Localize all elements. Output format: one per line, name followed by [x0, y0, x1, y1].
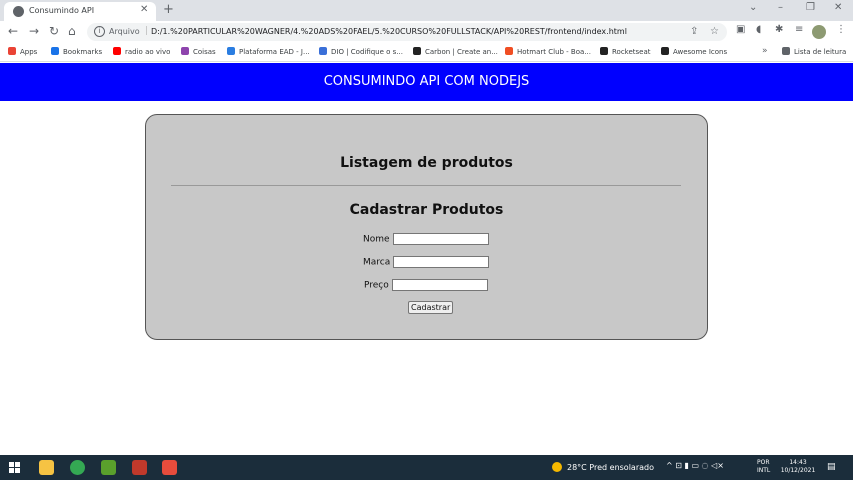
cadastrar-button[interactable]: Cadastrar: [408, 301, 454, 314]
extension-icon-2[interactable]: ◖: [756, 24, 761, 35]
hotmart-icon: [505, 47, 513, 55]
awesome-icons-icon: [661, 47, 669, 55]
browser-toolbar: ← → ↻ ⌂ i Arquivo | D:/1.%20PARTICULAR%2…: [0, 21, 853, 43]
sun-icon: [552, 462, 562, 472]
bookmark-radio[interactable]: radio ao vivo: [113, 47, 170, 59]
page-content: CONSUMINDO API COM NODEJS Listagem de pr…: [0, 63, 853, 455]
page-header: CONSUMINDO API COM NODEJS: [0, 63, 853, 101]
profile-avatar[interactable]: [812, 25, 826, 39]
url-separator: |: [145, 26, 149, 36]
notification-icon[interactable]: ▤: [827, 462, 836, 472]
taskbar: 28°C Pred ensolarado ^ ⊡ ▮ ▭ ◌ ◁× POR IN…: [0, 455, 853, 480]
close-window-button[interactable]: ✕: [834, 2, 842, 13]
preco-input[interactable]: [391, 279, 488, 291]
restore-button[interactable]: ❐: [806, 2, 815, 13]
taskbar-app-icon-2[interactable]: [132, 460, 147, 475]
list-title: Listagem de produtos: [340, 155, 513, 171]
bookmarks-bar: Apps Bookmarks radio ao vivo Coisas Plat…: [0, 43, 853, 62]
tab-search-icon[interactable]: ⌄: [749, 2, 757, 13]
marca-label: Marca: [363, 257, 391, 268]
bookmark-awesome-icons[interactable]: Awesome Icons: [661, 47, 727, 59]
reload-button[interactable]: ↻: [49, 24, 59, 38]
url-text[interactable]: D:/1.%20PARTICULAR%20WAGNER/4.%20ADS%20F…: [151, 27, 627, 36]
bookmark-hotmart[interactable]: Hotmart Club - Boa...: [505, 47, 591, 59]
field-row-preco: Preço: [364, 279, 488, 291]
share-icon[interactable]: ⇪: [690, 26, 698, 37]
bookmark-rocketseat[interactable]: Rocketseat: [600, 47, 651, 59]
carbon-icon: [413, 47, 421, 55]
apps-grid-icon: [8, 47, 16, 55]
globe-icon: [13, 6, 24, 17]
minimize-button[interactable]: –: [778, 2, 783, 13]
puzzle-icon[interactable]: ✱: [775, 24, 783, 35]
folder-icon: [181, 47, 189, 55]
tab-strip: Consumindo API ✕ + ⌄ – ❐ ✕: [0, 0, 853, 21]
bookmark-carbon[interactable]: Carbon | Create an...: [413, 47, 498, 59]
divider: [171, 185, 681, 186]
bookmark-apps[interactable]: Apps: [8, 47, 37, 59]
bookmark-star-icon[interactable]: ☆: [710, 26, 719, 37]
bookmark-dio[interactable]: DIO | Codifique o s...: [319, 47, 403, 59]
system-tray-icons[interactable]: ^ ⊡ ▮ ▭ ◌ ◁×: [666, 461, 724, 470]
file-explorer-icon[interactable]: [39, 460, 54, 475]
forward-button[interactable]: →: [29, 24, 39, 38]
close-tab-icon[interactable]: ✕: [140, 4, 148, 15]
weather-widget[interactable]: 28°C Pred ensolarado: [552, 462, 654, 472]
reading-list[interactable]: Lista de leitura: [782, 47, 846, 56]
tab-consumindo-api[interactable]: Consumindo API ✕: [4, 2, 156, 21]
chrome-icon[interactable]: [70, 460, 85, 475]
url-scheme-label: Arquivo: [109, 27, 140, 36]
menu-icon[interactable]: ⋮: [836, 24, 846, 35]
form-title: Cadastrar Produtos: [349, 202, 504, 218]
extension-icon[interactable]: ▣: [736, 24, 745, 35]
info-icon[interactable]: i: [94, 26, 105, 37]
dio-icon: [319, 47, 327, 55]
media-icon[interactable]: ≡: [795, 24, 803, 35]
new-tab-button[interactable]: +: [163, 2, 174, 17]
language-indicator[interactable]: POR INTL: [757, 459, 770, 475]
back-button[interactable]: ←: [8, 24, 18, 38]
marca-input[interactable]: [393, 256, 490, 268]
bookmark-coisas[interactable]: Coisas: [181, 47, 216, 59]
nome-label: Nome: [363, 234, 390, 245]
field-row-marca: Marca: [363, 256, 490, 268]
tab-title: Consumindo API: [29, 6, 95, 15]
star-icon: [51, 47, 59, 55]
bookmark-bookmarks[interactable]: Bookmarks: [51, 47, 102, 59]
clock[interactable]: 14:43 10/12/2021: [780, 459, 816, 475]
field-row-nome: Nome: [363, 233, 489, 245]
taskbar-app-icon[interactable]: [101, 460, 116, 475]
site-icon: [227, 47, 235, 55]
preco-label: Preço: [364, 280, 389, 291]
taskbar-app-icon-3[interactable]: [162, 460, 177, 475]
more-bookmarks-button[interactable]: »: [762, 46, 768, 56]
windows-start-icon[interactable]: [9, 462, 20, 473]
youtube-icon: [113, 47, 121, 55]
home-button[interactable]: ⌂: [68, 24, 76, 38]
bookmark-plataforma-ead[interactable]: Plataforma EAD - J...: [227, 47, 310, 59]
rocketseat-icon: [600, 47, 608, 55]
address-bar[interactable]: i Arquivo | D:/1.%20PARTICULAR%20WAGNER/…: [87, 23, 727, 41]
reading-list-icon: [782, 47, 790, 55]
nome-input[interactable]: [392, 233, 489, 245]
products-card: Listagem de produtos Cadastrar Produtos …: [145, 114, 708, 340]
